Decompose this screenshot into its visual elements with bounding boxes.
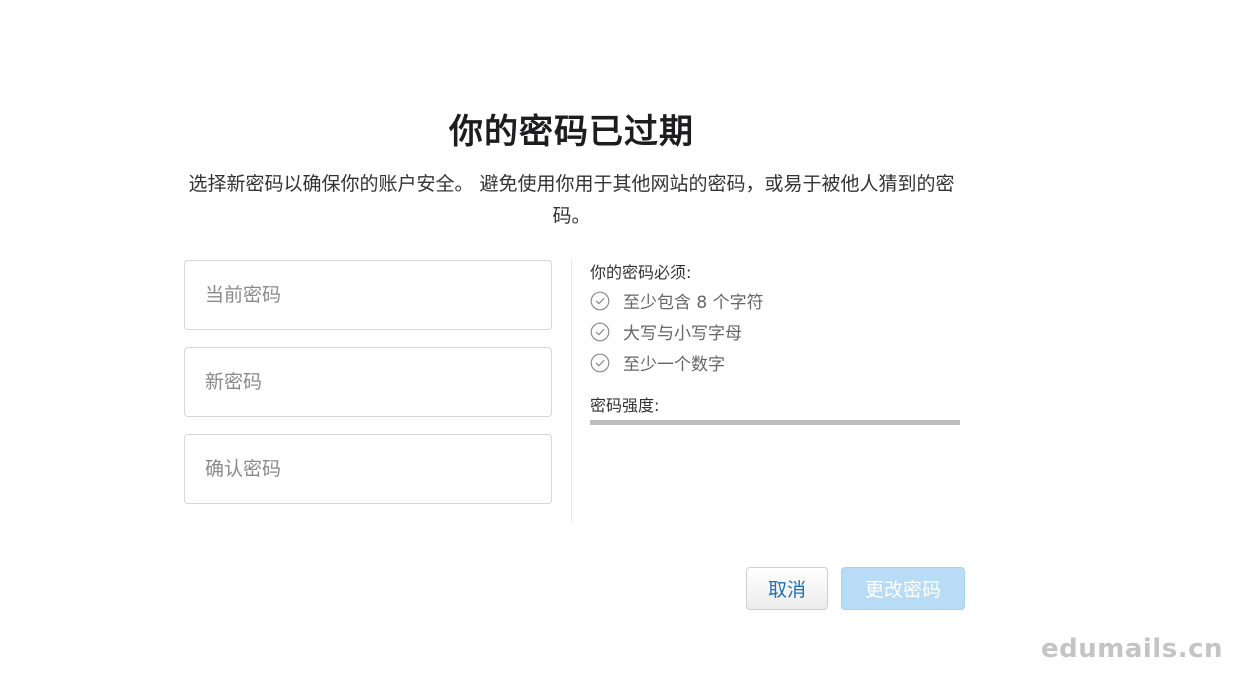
password-strength-meter: [590, 420, 960, 425]
check-circle-icon: [590, 353, 610, 372]
page-title: 你的密码已过期: [449, 112, 694, 152]
password-form: [184, 260, 552, 521]
strength-label: 密码强度:: [590, 396, 660, 415]
requirement-item: 至少一个数字: [590, 347, 960, 378]
requirement-label: 大写与小写字母: [623, 324, 742, 344]
page-subtitle: 选择新密码以确保你的账户安全。 避免使用你用于其他网站的密码，或易于被他人猜到的…: [188, 173, 955, 227]
vertical-divider: [571, 260, 572, 522]
confirm-password-input[interactable]: [184, 434, 552, 504]
requirement-item: 至少包含 8 个字符: [590, 285, 960, 316]
watermark: edumails.cn: [1041, 634, 1223, 664]
password-requirements: 你的密码必须: 至少包含 8 个字符 大写与小写字母 至少一个数字 密码强度:: [590, 261, 960, 425]
requirement-label: 至少包含 8 个字符: [623, 293, 764, 313]
requirement-label: 至少一个数字: [623, 355, 725, 375]
change-password-button[interactable]: 更改密码: [841, 567, 965, 610]
requirements-heading: 你的密码必须:: [590, 263, 692, 282]
cancel-button[interactable]: 取消: [746, 567, 828, 610]
check-circle-icon: [590, 322, 610, 341]
new-password-input[interactable]: [184, 347, 552, 417]
requirement-item: 大写与小写字母: [590, 316, 960, 347]
current-password-input[interactable]: [184, 260, 552, 330]
check-circle-icon: [590, 291, 610, 310]
